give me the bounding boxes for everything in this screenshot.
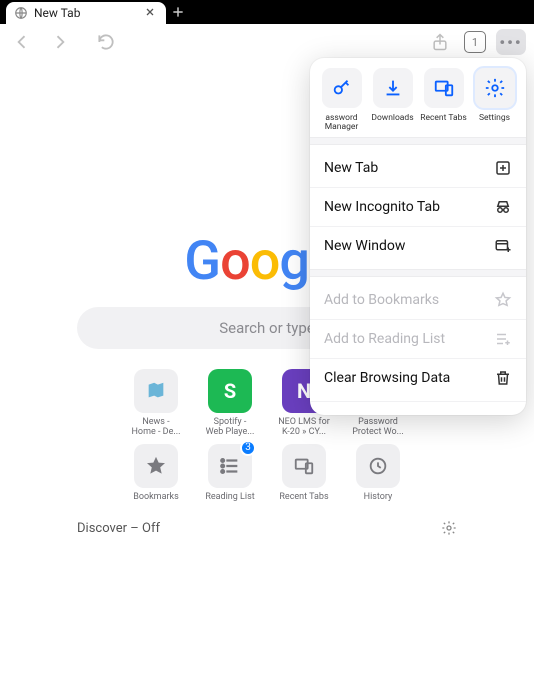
browser-toolbar: 1 ••• <box>0 24 534 60</box>
menu-new-incognito-tab[interactable]: New Incognito Tab <box>310 187 526 226</box>
window-plus-icon <box>494 237 512 255</box>
overflow-menu-button[interactable]: ••• <box>496 29 526 55</box>
tab-title: New Tab <box>34 6 138 20</box>
share-button[interactable] <box>426 28 454 56</box>
browser-tab-current[interactable]: New Tab <box>6 2 166 24</box>
incognito-icon <box>494 198 512 216</box>
key-icon <box>322 68 362 108</box>
menu-new-tab[interactable]: New Tab <box>310 149 526 187</box>
shortcut-history[interactable]: History <box>343 444 413 502</box>
gear-icon <box>475 68 515 108</box>
star-icon <box>134 444 178 488</box>
menu-recent-tabs[interactable]: Recent Tabs <box>418 68 469 133</box>
menu-password-manager[interactable]: assword Manager <box>316 68 367 133</box>
reading-list-badge: 3 <box>240 440 256 456</box>
discover-label: Discover – Off <box>77 521 160 536</box>
window-tabstrip: New Tab <box>0 0 534 24</box>
discover-settings-button[interactable] <box>441 520 457 536</box>
shortcut-spotify[interactable]: S Spotify - Web Playe... <box>195 369 265 438</box>
menu-settings[interactable]: Settings <box>469 68 520 133</box>
tab-switcher-button[interactable]: 1 <box>464 31 486 53</box>
menu-add-bookmarks: Add to Bookmarks <box>310 281 526 319</box>
globe-icon <box>14 6 28 20</box>
plus-box-icon <box>494 159 512 177</box>
back-button[interactable] <box>8 28 36 56</box>
devices-icon <box>424 68 464 108</box>
reload-button[interactable] <box>92 28 120 56</box>
new-tab-button[interactable] <box>166 0 190 24</box>
content-area: Google Search or type News - Home - De..… <box>0 60 534 700</box>
star-outline-icon <box>494 291 512 309</box>
list-icon: 3 <box>208 444 252 488</box>
news-icon <box>134 369 178 413</box>
tab-count: 1 <box>472 36 478 49</box>
menu-downloads[interactable]: Downloads <box>367 68 418 133</box>
shortcut-bookmarks[interactable]: Bookmarks <box>121 444 191 502</box>
spotify-icon: S <box>208 369 252 413</box>
overflow-menu-popover: assword Manager Downloads Recent Tabs Se… <box>310 58 526 415</box>
devices-icon <box>282 444 326 488</box>
list-add-icon <box>494 330 512 348</box>
menu-add-reading-list: Add to Reading List <box>310 319 526 358</box>
shortcut-recent-tabs[interactable]: Recent Tabs <box>269 444 339 502</box>
menu-new-window[interactable]: New Window <box>310 226 526 265</box>
menu-quick-actions: assword Manager Downloads Recent Tabs Se… <box>310 58 526 137</box>
menu-clear-browsing-data[interactable]: Clear Browsing Data <box>310 358 526 397</box>
forward-button[interactable] <box>46 28 74 56</box>
search-placeholder: Search or type <box>219 319 315 337</box>
history-icon <box>356 444 400 488</box>
discover-row: Discover – Off <box>77 520 457 536</box>
shortcut-reading-list[interactable]: 3 Reading List <box>195 444 265 502</box>
more-icon: ••• <box>499 33 522 52</box>
close-icon[interactable] <box>144 6 158 20</box>
download-icon <box>373 68 413 108</box>
trash-icon <box>494 369 512 387</box>
shortcut-news[interactable]: News - Home - De... <box>121 369 191 438</box>
